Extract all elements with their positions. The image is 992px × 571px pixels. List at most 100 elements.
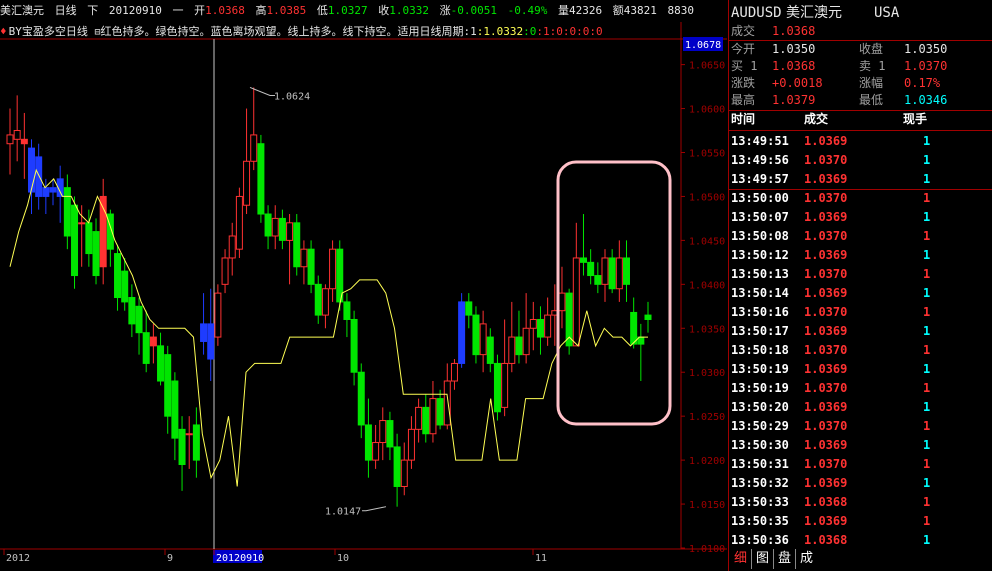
tab-detail[interactable]: 细 [730,549,751,569]
tab-orderbook[interactable]: 盘 [773,549,795,569]
close-value: 1.0332 [389,4,429,17]
close-label: 收盘 [859,42,884,56]
tick-time: 13:50:12 [731,248,789,262]
indicator-value-4: :0 [562,25,577,38]
indicator-value-2: :1 [536,25,550,38]
tick-row: 13:50:19 1.0370 1 [728,379,992,398]
tick-price: 1.0370 [804,457,848,471]
tick-price: 1.0370 [804,229,848,243]
tick-time: 13:50:20 [731,400,789,414]
candle-body [142,332,150,364]
tab-trades[interactable]: 成 [795,549,817,569]
candle-body [149,336,157,347]
tick-time: 13:50:13 [731,267,789,281]
candle-body [164,354,172,417]
tick-time: 13:50:32 [731,476,789,490]
candle-body [364,424,372,461]
candle-body [615,257,623,290]
candle-body [300,248,308,268]
extra-value: 8830 [667,4,694,17]
candle-body [314,283,322,316]
tick-time: 13:50:17 [731,324,789,338]
close-value: 1.0350 [904,42,948,56]
price-tick-label: 1.0600 [689,105,725,116]
quote-market: USA [874,5,900,21]
candle-body [85,222,93,255]
tick-price: 1.0369 [804,172,848,186]
candle-body [386,420,394,448]
low-label: 低 [316,4,328,17]
candle-body [493,362,501,413]
change-value: +0.0018 [772,76,823,90]
tick-volume: 1 [923,153,931,167]
amount-value: 43821 [623,4,657,17]
time-tick-label: 20120910 [216,553,264,564]
period-label[interactable]: 日线 [55,4,77,17]
indicator-marker-icon[interactable]: ♦ [0,25,7,38]
candle-body [114,253,122,299]
price-tick-label: 1.0500 [689,192,725,203]
tick-volume: 1 [923,172,931,186]
tick-price: 1.0369 [804,476,848,490]
price-tick-label: 1.0400 [689,280,725,291]
high-label: 最高 [731,93,756,107]
change-pct-value: 0.17% [904,76,941,90]
current-price-label: 1.0678 [685,40,721,51]
candle-body [529,318,537,329]
candle-body [278,217,286,241]
quote-symbol: AUDUSD [731,5,782,21]
candle-body [450,362,458,382]
tick-volume: 1 [923,362,931,376]
tick-row: 13:50:18 1.0370 1 [728,341,992,360]
change-pct-label: 涨幅 [859,76,884,90]
candle-body [221,257,229,285]
candle-body [515,336,523,356]
divider [728,130,992,131]
high-value: 1.0379 [772,93,816,107]
price-tick-label: 1.0300 [689,368,725,379]
high-value: 1.0385 [266,4,307,17]
indicator-legend: ♦ BY宝盈多空日线 ⊟红色持多。绿色持空。蓝色离场观望。线上持多。线下持空。适用… [0,24,684,40]
candle-body [250,134,258,162]
tick-row: 13:50:00 1.0370 1 [728,189,992,208]
candle-body [264,213,272,237]
quote-name: 美汇澳元 [786,5,842,21]
candle-body [579,257,587,263]
candle-body [501,362,509,408]
tick-time: 13:50:19 [731,381,789,395]
tick-row: 13:50:35 1.0369 1 [728,512,992,531]
indicator-value-0: :1.0332 [476,25,524,38]
open-value: 1.0350 [772,42,816,56]
tick-time: 13:50:35 [731,514,789,528]
symbol-name[interactable]: 美汇澳元 [0,4,44,17]
kline-chart[interactable]: 1.0650 1.0600 1.0550 1.0500 1.0450 1.0400 1.03… [0,22,727,571]
date-label: 20120910 [108,4,162,17]
tick-volume: 1 [923,324,931,338]
tick-time: 13:50:14 [731,286,789,300]
last-price-row: 成交 1.0368 [728,23,992,40]
open-label: 今开 [731,42,756,56]
tick-volume: 1 [923,229,931,243]
candle-body [243,160,251,206]
tick-row: 13:50:33 1.0368 1 [728,493,992,512]
tick-volume: 1 [923,514,931,528]
tick-row: 13:50:14 1.0369 1 [728,284,992,303]
tick-header-time: 时间 [731,112,756,126]
tick-price: 1.0368 [804,495,848,509]
quote-row-change: 涨跌 +0.0018 涨幅 0.17% [728,75,992,92]
quote-panel: AUDUSD 美汇澳元 USA 成交 1.0368 今开 1.0350 收盘 1… [728,0,992,571]
tick-time: 13:50:08 [731,229,789,243]
candle-body [214,292,222,338]
candle-body [78,222,86,225]
volume-label: 量 [557,4,569,17]
tick-time: 13:50:00 [731,191,789,205]
quote-row-open: 今开 1.0350 收盘 1.0350 [728,41,992,58]
tab-chart[interactable]: 图 [751,549,773,569]
high-mark-label: 1.0624 [274,91,310,102]
indicator-name[interactable]: BY宝盈多空日线 [9,25,88,38]
tick-price: 1.0370 [804,267,848,281]
indicator-value-5: :0 [576,25,590,38]
quote-row-bidask: 买 1 1.0368 卖 1 1.0370 [728,58,992,75]
candle-body [71,204,79,277]
candle-body [35,156,43,197]
